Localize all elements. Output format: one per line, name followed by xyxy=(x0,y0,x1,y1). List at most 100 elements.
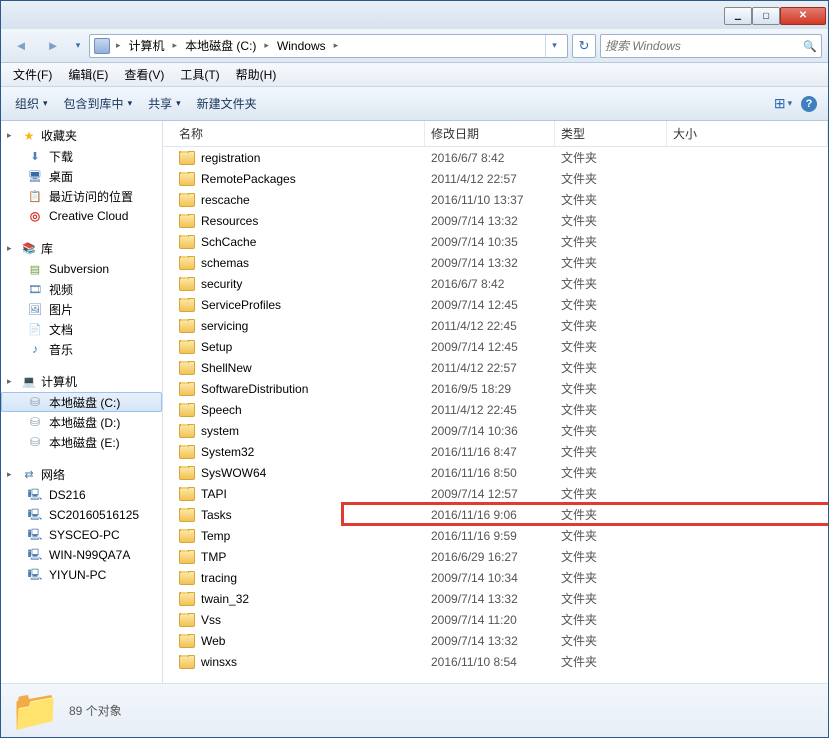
refresh-button[interactable] xyxy=(572,34,596,58)
breadcrumb-seg-0[interactable]: 计算机 xyxy=(123,35,171,57)
sidebar-item-label: 文档 xyxy=(49,321,73,338)
file-row[interactable]: rescache2016/11/10 13:37文件夹 xyxy=(163,189,828,210)
sidebar-item[interactable]: 桌面 xyxy=(1,166,162,186)
file-date: 2009/7/14 12:45 xyxy=(425,340,555,354)
toolbar: 组织 包含到库中 共享 新建文件夹 ▾ xyxy=(1,87,828,121)
file-row[interactable]: TAPI2009/7/14 12:57文件夹 xyxy=(163,483,828,504)
file-row[interactable]: tracing2009/7/14 10:34文件夹 xyxy=(163,567,828,588)
breadcrumb[interactable]: 计算机 本地磁盘 (C:) Windows xyxy=(89,34,568,58)
sidebar-item[interactable]: SC20160516125 xyxy=(1,505,162,525)
breadcrumb-separator[interactable] xyxy=(262,40,271,51)
file-row[interactable]: Vss2009/7/14 11:20文件夹 xyxy=(163,609,828,630)
breadcrumb-seg-2[interactable]: Windows xyxy=(271,35,332,57)
sidebar-item[interactable]: Creative Cloud xyxy=(1,206,162,226)
sidebar-item[interactable]: 图片 xyxy=(1,299,162,319)
breadcrumb-separator[interactable] xyxy=(332,40,341,51)
file-row[interactable]: TMP2016/6/29 16:27文件夹 xyxy=(163,546,828,567)
col-type[interactable]: 类型 xyxy=(555,121,667,146)
file-row[interactable]: RemotePackages2011/4/12 22:57文件夹 xyxy=(163,168,828,189)
minimize-button[interactable] xyxy=(724,7,752,25)
file-row[interactable]: security2016/6/7 8:42文件夹 xyxy=(163,273,828,294)
col-name[interactable]: 名称 xyxy=(173,121,425,146)
file-type: 文件夹 xyxy=(555,296,667,313)
sidebar[interactable]: ▸收藏夹 下载桌面最近访问的位置Creative Cloud ▸库 Subver… xyxy=(1,121,163,683)
close-button[interactable] xyxy=(780,7,826,25)
back-button[interactable] xyxy=(7,33,35,59)
file-date: 2009/7/14 12:45 xyxy=(425,298,555,312)
help-button[interactable] xyxy=(796,91,822,117)
menu-help[interactable]: 帮助(H) xyxy=(228,64,285,85)
titlebar[interactable] xyxy=(1,1,828,29)
file-row[interactable]: Speech2011/4/12 22:45文件夹 xyxy=(163,399,828,420)
sidebar-item-label: 音乐 xyxy=(49,341,73,358)
sidebar-network-head[interactable]: ▸网络 xyxy=(1,464,162,485)
sidebar-item-label: 本地磁盘 (C:) xyxy=(49,394,120,411)
sidebar-item[interactable]: WIN-N99QA7A xyxy=(1,545,162,565)
search-input[interactable] xyxy=(605,39,803,53)
file-row[interactable]: System322016/11/16 8:47文件夹 xyxy=(163,441,828,462)
star-icon xyxy=(21,128,37,144)
history-dropdown[interactable] xyxy=(71,33,85,59)
col-size[interactable]: 大小 xyxy=(667,121,828,146)
file-list-scroll[interactable]: registration2016/6/7 8:42文件夹RemotePackag… xyxy=(163,147,828,683)
sidebar-item[interactable]: 本地磁盘 (D:) xyxy=(1,412,162,432)
file-row[interactable]: servicing2011/4/12 22:45文件夹 xyxy=(163,315,828,336)
search-box[interactable] xyxy=(600,34,822,58)
sidebar-favorites-head[interactable]: ▸收藏夹 xyxy=(1,125,162,146)
file-row[interactable]: Web2009/7/14 13:32文件夹 xyxy=(163,630,828,651)
file-row[interactable]: ServiceProfiles2009/7/14 12:45文件夹 xyxy=(163,294,828,315)
folder-icon xyxy=(179,508,195,522)
file-row[interactable]: Temp2016/11/16 9:59文件夹 xyxy=(163,525,828,546)
maximize-button[interactable] xyxy=(752,7,780,25)
include-button[interactable]: 包含到库中 xyxy=(56,91,141,116)
file-row[interactable]: registration2016/6/7 8:42文件夹 xyxy=(163,147,828,168)
breadcrumb-seg-1[interactable]: 本地磁盘 (C:) xyxy=(179,35,262,57)
sidebar-item[interactable]: 下载 xyxy=(1,146,162,166)
file-row[interactable]: Setup2009/7/14 12:45文件夹 xyxy=(163,336,828,357)
sidebar-item[interactable]: 本地磁盘 (C:) xyxy=(1,392,162,412)
file-list: registration2016/6/7 8:42文件夹RemotePackag… xyxy=(163,147,828,672)
file-row[interactable]: Tasks2016/11/16 9:06文件夹 xyxy=(163,504,828,525)
breadcrumb-dropdown[interactable] xyxy=(545,35,563,57)
sidebar-item[interactable]: 音乐 xyxy=(1,339,162,359)
breadcrumb-separator[interactable] xyxy=(171,40,180,51)
sidebar-item[interactable]: 文档 xyxy=(1,319,162,339)
file-name: system xyxy=(201,424,239,438)
file-type: 文件夹 xyxy=(555,359,667,376)
menu-edit[interactable]: 编辑(E) xyxy=(60,64,116,85)
sidebar-item[interactable]: 视频 xyxy=(1,279,162,299)
organize-button[interactable]: 组织 xyxy=(7,91,56,116)
sidebar-computer-head[interactable]: ▸计算机 xyxy=(1,371,162,392)
folder-icon xyxy=(179,613,195,627)
file-row[interactable]: SoftwareDistribution2016/9/5 18:29文件夹 xyxy=(163,378,828,399)
sidebar-item[interactable]: SYSCEO-PC xyxy=(1,525,162,545)
sidebar-item-label: 下载 xyxy=(49,148,73,165)
file-row[interactable]: system2009/7/14 10:36文件夹 xyxy=(163,420,828,441)
file-date: 2009/7/14 13:32 xyxy=(425,634,555,648)
sidebar-item[interactable]: YIYUN-PC xyxy=(1,565,162,585)
file-row[interactable]: SchCache2009/7/14 10:35文件夹 xyxy=(163,231,828,252)
forward-button[interactable] xyxy=(39,33,67,59)
sidebar-item[interactable]: DS216 xyxy=(1,485,162,505)
col-date[interactable]: 修改日期 xyxy=(425,121,555,146)
file-row[interactable]: schemas2009/7/14 13:32文件夹 xyxy=(163,252,828,273)
view-mode-button[interactable]: ▾ xyxy=(770,91,796,117)
file-row[interactable]: SysWOW642016/11/16 8:50文件夹 xyxy=(163,462,828,483)
file-name: Vss xyxy=(201,613,221,627)
newfolder-button[interactable]: 新建文件夹 xyxy=(189,91,265,116)
breadcrumb-separator[interactable] xyxy=(114,40,123,51)
file-row[interactable]: ShellNew2011/4/12 22:57文件夹 xyxy=(163,357,828,378)
sidebar-item[interactable]: 最近访问的位置 xyxy=(1,186,162,206)
file-name: servicing xyxy=(201,319,248,333)
file-row[interactable]: twain_322009/7/14 13:32文件夹 xyxy=(163,588,828,609)
file-row[interactable]: winsxs2016/11/10 8:54文件夹 xyxy=(163,651,828,672)
file-row[interactable]: Resources2009/7/14 13:32文件夹 xyxy=(163,210,828,231)
file-name: Web xyxy=(201,634,225,648)
menu-tools[interactable]: 工具(T) xyxy=(172,64,227,85)
sidebar-item[interactable]: 本地磁盘 (E:) xyxy=(1,432,162,452)
sidebar-libraries-head[interactable]: ▸库 xyxy=(1,238,162,259)
sidebar-item[interactable]: Subversion xyxy=(1,259,162,279)
menu-file[interactable]: 文件(F) xyxy=(5,64,60,85)
share-button[interactable]: 共享 xyxy=(140,91,189,116)
menu-view[interactable]: 查看(V) xyxy=(116,64,172,85)
